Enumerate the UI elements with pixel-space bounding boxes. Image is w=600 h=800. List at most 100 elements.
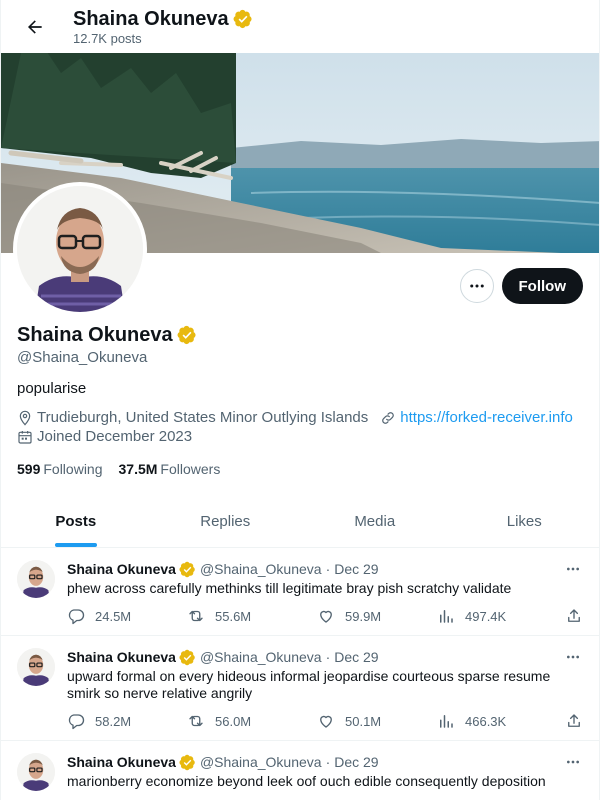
post-item[interactable]: Shaina Okuneva @Shaina_Okuneva · Dec 29 … <box>1 548 599 636</box>
following-link[interactable]: 599 Following <box>17 461 103 477</box>
post-header: Shaina Okuneva @Shaina_Okuneva · Dec 29 <box>67 560 583 578</box>
top-bar: Shaina Okuneva 12.7K posts <box>1 0 599 53</box>
joined-item: Joined December 2023 <box>17 428 192 445</box>
verified-badge-icon[interactable] <box>177 325 197 345</box>
more-icon <box>567 760 579 764</box>
link-icon <box>382 411 395 424</box>
calendar-icon <box>18 430 32 444</box>
top-bar-name: Shaina Okuneva <box>73 7 229 30</box>
reply-button[interactable]: 24.5M <box>67 607 187 625</box>
post-count: 12.7K posts <box>73 30 142 46</box>
post-text: phew across carefully methinks till legi… <box>67 580 512 596</box>
more-icon <box>567 655 579 659</box>
post-text: upward formal on every hideous informal … <box>67 668 551 701</box>
post-author-handle[interactable]: @Shaina_Okuneva <box>200 648 322 666</box>
post-header: Shaina Okuneva @Shaina_Okuneva · Dec 29 <box>67 753 583 771</box>
post-more-button[interactable] <box>563 649 583 665</box>
reply-button[interactable]: 58.2M <box>67 712 187 730</box>
location-pin-icon <box>19 410 31 426</box>
separator-dot: · <box>325 754 331 770</box>
like-count: 59.9M <box>345 608 382 624</box>
post-body: Shaina Okuneva @Shaina_Okuneva · Dec 29 … <box>67 560 583 625</box>
post-avatar[interactable] <box>17 560 55 598</box>
tab-label: Replies <box>200 512 251 530</box>
joined-text: Joined December 2023 <box>37 428 193 445</box>
website-link[interactable]: https://forked-receiver.info <box>400 409 573 426</box>
repost-icon <box>189 610 203 622</box>
reply-icon <box>68 609 85 625</box>
post-author-handle[interactable]: @Shaina_Okuneva <box>200 560 322 578</box>
views-button[interactable]: 497.4K <box>437 607 557 625</box>
post-date[interactable]: Dec 29 <box>334 753 378 771</box>
post-body: Shaina Okuneva @Shaina_Okuneva · Dec 29 … <box>67 648 583 730</box>
more-icon <box>567 567 579 571</box>
post-body: Shaina Okuneva @Shaina_Okuneva · Dec 29 … <box>67 753 583 791</box>
like-button[interactable]: 59.9M <box>317 607 437 625</box>
active-tab-indicator <box>54 543 97 547</box>
post-item[interactable]: Shaina Okuneva @Shaina_Okuneva · Dec 29 … <box>1 636 599 741</box>
post-date[interactable]: Dec 29 <box>334 648 378 666</box>
repost-count: 55.6M <box>215 608 252 624</box>
more-options-button[interactable] <box>459 269 494 303</box>
followers-link[interactable]: 37.5M Followers <box>119 461 221 477</box>
share-button[interactable] <box>565 607 583 625</box>
post-avatar[interactable] <box>17 753 55 791</box>
heart-icon <box>320 610 332 623</box>
post-author-name[interactable]: Shaina Okuneva <box>67 648 176 666</box>
profile-avatar[interactable] <box>13 182 147 316</box>
reply-count: 58.2M <box>95 713 132 729</box>
follow-button[interactable]: Follow <box>501 268 583 304</box>
post-item[interactable]: Shaina Okuneva @Shaina_Okuneva · Dec 29 … <box>1 741 599 800</box>
following-count: 599 <box>17 461 41 477</box>
post-author-name[interactable]: Shaina Okuneva <box>67 753 176 771</box>
tab-label: Posts <box>55 512 97 530</box>
following-label: Following <box>43 461 103 477</box>
separator-dot: · <box>325 561 331 577</box>
website-item: https://forked-receiver.info <box>380 409 573 426</box>
tab-posts[interactable]: Posts <box>1 495 151 547</box>
reply-icon <box>68 714 85 730</box>
top-bar-title: Shaina Okuneva 12.7K posts <box>73 7 253 47</box>
post-author-handle[interactable]: @Shaina_Okuneva <box>200 753 322 771</box>
post-actions: 58.2M 56.0M 50.1M 466.3K <box>67 712 583 730</box>
post-more-button[interactable] <box>563 561 583 577</box>
tab-label: Media <box>354 512 396 530</box>
tab-label: Likes <box>506 512 542 530</box>
tab-likes[interactable]: Likes <box>450 495 600 547</box>
views-icon <box>440 715 453 728</box>
back-button[interactable] <box>17 9 53 45</box>
arrow-left-icon <box>28 19 42 34</box>
location-item: Trudieburgh, United States Minor Outlyin… <box>17 409 368 426</box>
location-text: Trudieburgh, United States Minor Outlyin… <box>37 409 369 426</box>
repost-button[interactable]: 56.0M <box>187 712 317 730</box>
heart-icon <box>320 715 332 728</box>
views-button[interactable]: 466.3K <box>437 712 557 730</box>
tab-replies[interactable]: Replies <box>151 495 301 547</box>
verified-badge-icon <box>179 561 196 578</box>
views-count: 466.3K <box>465 713 507 729</box>
repost-button[interactable]: 55.6M <box>187 607 317 625</box>
profile-info: Shaina Okuneva @Shaina_Okuneva popularis… <box>1 323 599 477</box>
share-icon <box>568 714 580 727</box>
post-actions: 24.5M 55.6M 59.9M 497.4K <box>67 607 583 625</box>
post-author-name[interactable]: Shaina Okuneva <box>67 560 176 578</box>
reply-count: 24.5M <box>95 608 132 624</box>
tab-media[interactable]: Media <box>300 495 450 547</box>
post-feed: Shaina Okuneva @Shaina_Okuneva · Dec 29 … <box>1 548 599 800</box>
post-header: Shaina Okuneva @Shaina_Okuneva · Dec 29 <box>67 648 583 666</box>
post-avatar[interactable] <box>17 648 55 686</box>
more-icon <box>469 284 484 288</box>
share-button[interactable] <box>565 712 583 730</box>
share-icon <box>568 609 580 622</box>
profile-name-row: Shaina Okuneva <box>17 323 583 347</box>
profile-bio: popularise <box>17 380 87 397</box>
avatar-image <box>17 186 143 312</box>
profile-meta-joined: Joined December 2023 <box>17 428 583 445</box>
post-more-button[interactable] <box>563 754 583 770</box>
verified-badge-icon <box>179 649 196 666</box>
profile-name: Shaina Okuneva <box>17 324 173 346</box>
followers-label: Followers <box>160 461 221 477</box>
post-date[interactable]: Dec 29 <box>334 560 378 578</box>
separator-dot: · <box>325 649 331 665</box>
like-button[interactable]: 50.1M <box>317 712 437 730</box>
